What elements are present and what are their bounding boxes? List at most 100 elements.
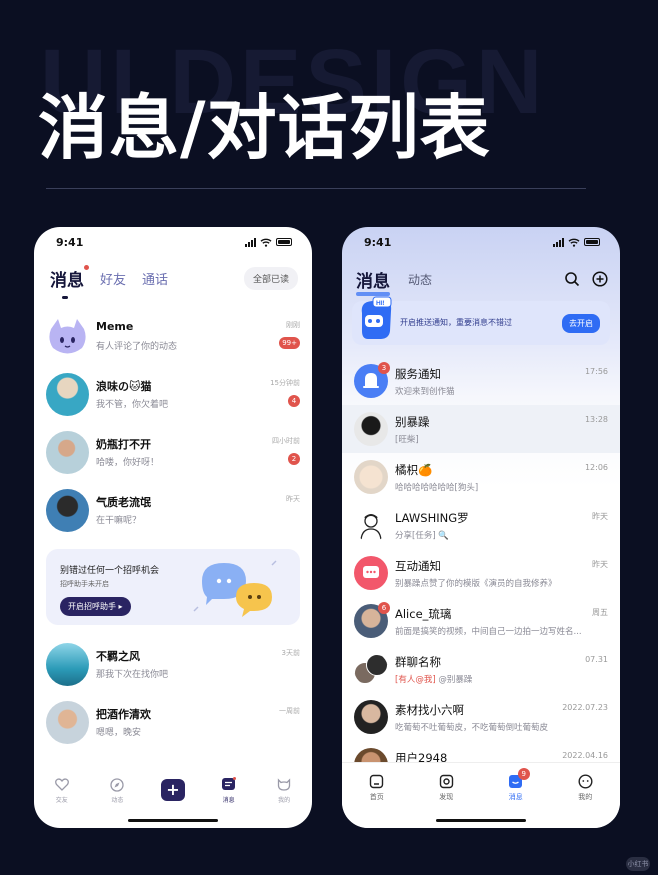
message-preview: 吃葡萄不吐葡萄皮，不吃葡萄倒吐葡萄皮 [395,723,549,733]
conversation-row[interactable]: 把酒作清欢 嗯嗯，晚安 一周前 [46,697,300,747]
conversation-row[interactable]: 群聊名称 [有人@我] @别暴躁 07.31 [342,645,620,693]
message-time: 周五 [592,608,608,617]
enable-greeting-button[interactable]: 开启招呼助手 ▸ [60,597,131,616]
message-preview: 那我下次在找你吧 [96,670,169,680]
nav-messages[interactable]: 消息 [209,777,249,804]
discover-icon [438,774,454,790]
status-bar: 9:41 [34,227,312,257]
avatar [46,643,89,686]
avatar [354,700,388,734]
contact-name: 橘枳🍊 [395,463,433,477]
message-time: 2022.07.23 [562,703,608,712]
tab-calls[interactable]: 通话 [142,269,168,288]
group-avatar [354,652,388,686]
cat-face-icon [276,777,292,793]
wifi-icon [260,238,272,247]
tab-moments[interactable]: 动态 [408,271,432,288]
avatar [354,460,388,494]
contact-name: Alice_琉璃 [395,607,452,621]
nav-home[interactable]: 首页 [357,774,397,802]
nav-me[interactable]: 我的 [565,774,605,802]
message-time: 07.31 [585,655,608,664]
profile-icon [577,774,593,790]
message-preview: 有人评论了你的动态 [96,342,178,352]
push-notice-banner: HI! 开启推送通知，重要消息不错过 去开启 [352,296,610,345]
message-preview: 别暴躁点赞了你的模版《演员的自我修养》 [395,579,557,589]
watermark-logo: 小红书 [626,857,650,871]
tab-messages[interactable]: 消息 [50,264,89,299]
unread-badge: 99+ [279,337,300,349]
conversation-row[interactable]: 别暴躁 [旺柴] 13:28 [342,405,620,453]
tab-friends[interactable]: 好友 [100,269,126,288]
conversation-row[interactable]: 6 Alice_琉璃 前面是搞笑的视频，中间自己一边拍一边写姓名... 周五 [342,597,620,645]
conversation-row[interactable]: 浪味の🐱猫 我不管，你欠着吧 15分钟前 4 [46,369,300,419]
contact-name: 浪味の🐱猫 [96,380,152,393]
message-time: 17:56 [584,367,608,376]
nav-discover[interactable]: 发现 [426,774,466,802]
greeting-assistant-banner: 别错过任何一个招呼机会 招呼助手未开启 开启招呼助手 ▸ [46,549,300,625]
conversation-row[interactable]: 素材找小六啊 吃葡萄不吐葡萄皮，不吃葡萄倒吐葡萄皮 2022.07.23 [342,693,620,741]
message-time: 2022.04.16 [562,751,608,760]
hi-tag: HI! [376,300,385,307]
conversation-row[interactable]: 不羁之风 那我下次在找你吧 3天前 [46,639,300,689]
tab-messages[interactable]: 消息 [356,267,390,296]
nav-friends[interactable]: 交友 [42,777,82,804]
unread-badge: 3 [378,362,390,374]
home-indicator [128,819,218,822]
signal-icon [553,237,564,247]
read-all-button[interactable]: 全部已读 [243,266,298,290]
message-time: 15分钟前 [270,379,300,387]
avatar [46,489,89,532]
bottom-nav: 交友 动态 + 消息 我的 [34,772,312,808]
message-preview: 哈喽，你好呀！ [96,458,160,468]
unread-badge: 6 [378,602,390,614]
nav-create[interactable]: + [153,779,193,801]
message-time: 13:28 [584,415,608,424]
tab-bar: 消息 好友 通话 全部已读 [50,263,298,299]
nav-messages[interactable]: 9 消息 [496,767,536,802]
tab-indicator [62,295,68,299]
conversation-row[interactable]: 3 服务通知 欢迎来到创作猫 17:56 [342,357,620,405]
contact-name: 把酒作清欢 [96,708,151,721]
conversation-row[interactable]: 橘枳🍊 哈哈哈哈哈哈哈[狗头] 12:06 [342,453,620,501]
battery-icon [276,238,292,246]
enable-push-button[interactable]: 去开启 [562,314,600,333]
battery-icon [584,238,600,246]
message-time: 刚刚 [286,321,300,329]
avatar [46,431,89,474]
message-preview: 在干嘛呢？ [96,516,142,526]
search-icon[interactable] [564,271,580,287]
contact-name: Meme [96,320,134,333]
conversation-row[interactable]: LAWSHING罗 分享[任务] 🔍 昨天 [342,501,620,549]
contact-name: 互动通知 [395,559,441,573]
conversation-row[interactable]: 互动通知 别暴躁点赞了你的模版《演员的自我修养》 昨天 [342,549,620,597]
message-icon [221,777,237,793]
avatar [354,556,388,590]
message-preview: 我不管，你欠着吧 [96,400,169,410]
unread-badge: 4 [288,395,300,407]
message-time: 四小时前 [272,437,300,445]
tab-bar: 消息 动态 [356,265,608,296]
nav-moments[interactable]: 动态 [97,777,137,804]
conversation-row[interactable]: 气质老流氓 在干嘛呢？ 昨天 [46,485,300,535]
avatar [46,315,89,358]
notice-text: 开启推送通知，重要消息不错过 [400,318,512,327]
home-indicator [436,819,526,822]
chat-icon [363,566,379,578]
conversation-row[interactable]: Meme 有人评论了你的动态 刚刚 99+ [46,311,300,361]
avatar [46,701,89,744]
nav-me[interactable]: 我的 [264,777,304,804]
message-preview: 前面是搞笑的视频，中间自己一边拍一边写姓名... [395,627,582,637]
message-time: 3天前 [281,649,300,657]
mascot-icon: HI! [361,296,392,339]
message-time: 昨天 [592,560,608,569]
status-time: 9:41 [56,235,84,249]
heart-icon [54,777,70,793]
add-icon[interactable] [592,271,608,287]
avatar [354,412,388,446]
contact-name: LAWSHING罗 [395,511,469,525]
message-preview: 欢迎来到创作猫 [395,387,455,397]
conversation-row[interactable]: 奶瓶打不开 哈喽，你好呀！ 四小时前 2 [46,427,300,477]
contact-name: 气质老流氓 [96,496,151,509]
message-time: 12:06 [584,463,608,472]
